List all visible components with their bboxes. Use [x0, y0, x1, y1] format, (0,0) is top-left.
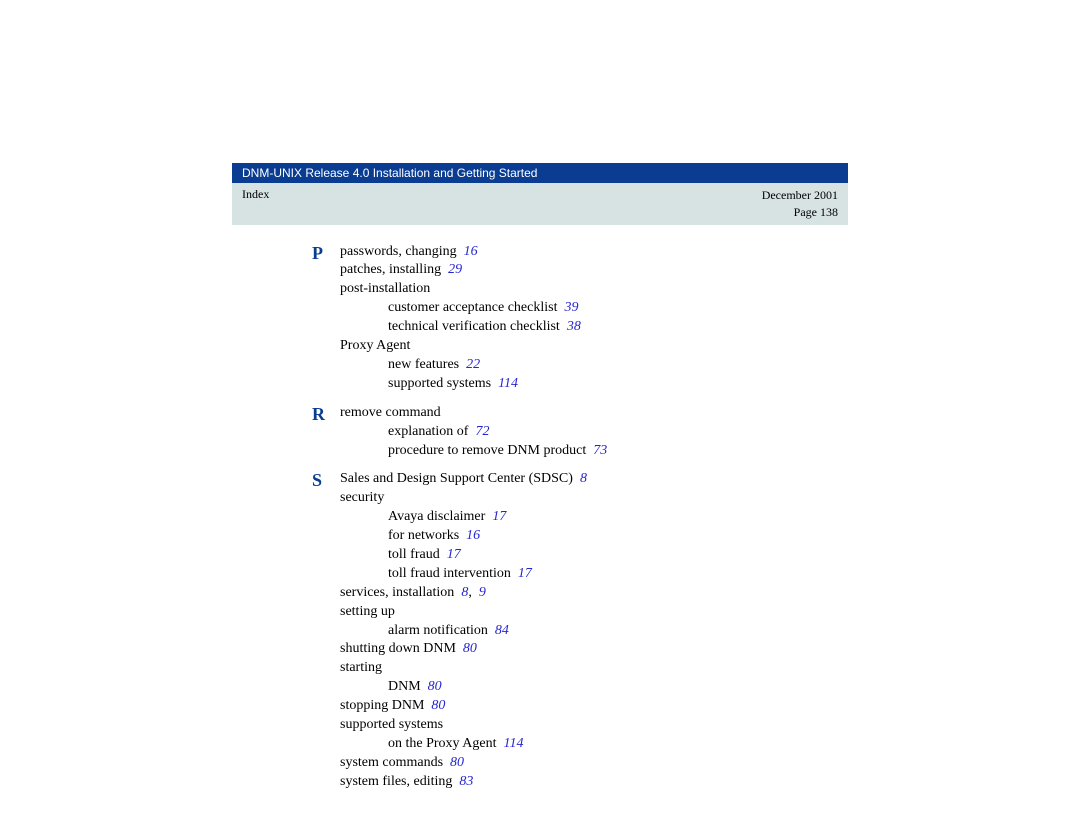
entry-text: supported systems	[388, 376, 491, 391]
entry-text: new features	[388, 357, 459, 372]
entry-text: shutting down DNM	[340, 641, 456, 656]
header-right: December 2001 Page 138	[762, 187, 838, 221]
index-section: Rremove commandexplanation of 72procedur…	[312, 404, 848, 461]
entry-text: passwords, changing	[340, 244, 457, 259]
doc-date: December 2001	[762, 188, 838, 202]
page-ref-link[interactable]: 8	[580, 471, 587, 486]
page-ref-link[interactable]: 16	[464, 244, 478, 259]
page-ref-link[interactable]: 80	[431, 698, 445, 713]
page-ref-link[interactable]: 80	[450, 755, 464, 770]
entry-text: post-installation	[340, 281, 430, 296]
page-ref-link[interactable]: 80	[428, 679, 442, 694]
section-label: Index	[242, 187, 269, 202]
entry-text: Proxy Agent	[340, 338, 410, 353]
page-ref-link[interactable]: 38	[567, 319, 581, 334]
page-ref-link[interactable]: 22	[466, 357, 480, 372]
index-entry: Avaya disclaimer 17	[340, 508, 848, 527]
entry-text: DNM	[388, 679, 421, 694]
sub-header-bar: Index December 2001 Page 138	[232, 183, 848, 225]
index-entry: stopping DNM 80	[340, 697, 848, 716]
page-ref-link[interactable]: 114	[504, 736, 524, 751]
index-entry: patches, installing 29	[340, 261, 848, 280]
entry-text: procedure to remove DNM product	[388, 443, 586, 458]
entry-text: stopping DNM	[340, 698, 424, 713]
section-letter: R	[312, 404, 340, 425]
section-letter: P	[312, 243, 340, 264]
title-bar: DNM-UNIX Release 4.0 Installation and Ge…	[232, 163, 848, 183]
index-entry: post-installation	[340, 280, 848, 299]
index-entry: on the Proxy Agent 114	[340, 735, 848, 754]
page-ref-link[interactable]: 72	[475, 424, 489, 439]
doc-title: DNM-UNIX Release 4.0 Installation and Ge…	[242, 166, 537, 180]
index-entry: technical verification checklist 38	[340, 318, 848, 337]
index-entry: explanation of 72	[340, 423, 848, 442]
page-ref-link[interactable]: 17	[518, 566, 532, 581]
index-entry: starting	[340, 659, 848, 678]
entry-text: setting up	[340, 604, 395, 619]
page-number: Page 138	[794, 205, 838, 219]
document-page: DNM-UNIX Release 4.0 Installation and Ge…	[232, 163, 848, 802]
index-entry: security	[340, 489, 848, 508]
index-entry: shutting down DNM 80	[340, 640, 848, 659]
entry-text: supported systems	[340, 717, 443, 732]
index-entry: system files, editing 83	[340, 773, 848, 792]
entry-text: explanation of	[388, 424, 468, 439]
section-entries: Sales and Design Support Center (SDSC) 8…	[340, 470, 848, 791]
index-entry: procedure to remove DNM product 73	[340, 442, 848, 461]
index-entry: alarm notification 84	[340, 622, 848, 641]
index-section: Ppasswords, changing 16patches, installi…	[312, 243, 848, 394]
entry-text: for networks	[388, 528, 459, 543]
index-entry: customer acceptance checklist 39	[340, 299, 848, 318]
index-entry: passwords, changing 16	[340, 243, 848, 262]
entry-text: services, installation	[340, 585, 454, 600]
page-ref-link[interactable]: 80	[463, 641, 477, 656]
page-ref-link[interactable]: 29	[448, 262, 462, 277]
index-entry: DNM 80	[340, 678, 848, 697]
entry-text: Sales and Design Support Center (SDSC)	[340, 471, 573, 486]
entry-text: Avaya disclaimer	[388, 509, 485, 524]
entry-text: security	[340, 490, 384, 505]
index-entry: services, installation 8, 9	[340, 584, 848, 603]
page-ref-link[interactable]: 9	[479, 585, 486, 600]
entry-text: on the Proxy Agent	[388, 736, 497, 751]
entry-text: patches, installing	[340, 262, 441, 277]
ref-separator: ,	[468, 585, 479, 600]
page-ref-link[interactable]: 17	[447, 547, 461, 562]
index-entry: Sales and Design Support Center (SDSC) 8	[340, 470, 848, 489]
entry-text: system files, editing	[340, 774, 452, 789]
index-entry: remove command	[340, 404, 848, 423]
entry-text: technical verification checklist	[388, 319, 560, 334]
index-entry: toll fraud 17	[340, 546, 848, 565]
index-entry: supported systems 114	[340, 375, 848, 394]
entry-text: alarm notification	[388, 623, 488, 638]
section-letter: S	[312, 470, 340, 491]
entry-text: starting	[340, 660, 382, 675]
index-entry: toll fraud intervention 17	[340, 565, 848, 584]
page-ref-link[interactable]: 73	[593, 443, 607, 458]
entry-text: customer acceptance checklist	[388, 300, 557, 315]
index-body: Ppasswords, changing 16patches, installi…	[312, 243, 848, 792]
page-ref-link[interactable]: 17	[492, 509, 506, 524]
page-ref-link[interactable]: 83	[459, 774, 473, 789]
index-entry: for networks 16	[340, 527, 848, 546]
entry-text: remove command	[340, 405, 441, 420]
page-ref-link[interactable]: 114	[498, 376, 518, 391]
index-entry: setting up	[340, 603, 848, 622]
entry-text: system commands	[340, 755, 443, 770]
index-entry: system commands 80	[340, 754, 848, 773]
index-entry: Proxy Agent	[340, 337, 848, 356]
section-entries: remove commandexplanation of 72procedure…	[340, 404, 848, 461]
page-ref-link[interactable]: 16	[466, 528, 480, 543]
index-section: SSales and Design Support Center (SDSC) …	[312, 470, 848, 791]
entry-text: toll fraud intervention	[388, 566, 511, 581]
section-entries: passwords, changing 16patches, installin…	[340, 243, 848, 394]
page-ref-link[interactable]: 39	[564, 300, 578, 315]
index-entry: new features 22	[340, 356, 848, 375]
entry-text: toll fraud	[388, 547, 440, 562]
page-ref-link[interactable]: 84	[495, 623, 509, 638]
index-entry: supported systems	[340, 716, 848, 735]
